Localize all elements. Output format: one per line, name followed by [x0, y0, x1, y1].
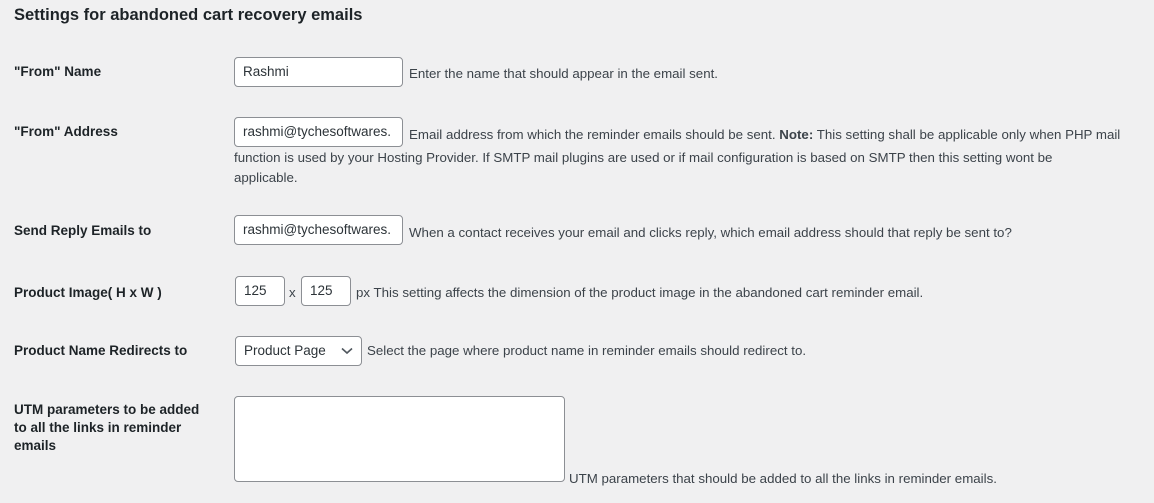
from-address-description-cont: function is used by your Hosting Provide… [234, 150, 1053, 165]
utm-label-cont: to all the links in reminder [14, 420, 182, 435]
chevron-down-icon [341, 347, 353, 355]
from-address-label: "From" Address [14, 124, 118, 139]
image-width-input[interactable]: 125 [301, 276, 351, 306]
product-image-label: Product Image( H x W ) [14, 285, 162, 300]
image-height-input[interactable]: 125 [235, 276, 285, 306]
desc-text: This setting affects the dimension of th… [373, 285, 924, 300]
utm-textarea[interactable] [234, 396, 565, 482]
from-address-description-end: applicable. [234, 170, 298, 185]
unit-label: px [356, 285, 371, 300]
from-name-label: "From" Name [14, 64, 102, 79]
from-address-input[interactable]: rashmi@tychesoftwares. [234, 117, 403, 147]
note-label: Note: [779, 127, 814, 142]
from-address-description: Email address from which the reminder em… [409, 125, 1120, 145]
redirect-select[interactable]: Product Page [235, 336, 362, 366]
reply-to-description: When a contact receives your email and c… [409, 225, 1012, 240]
product-image-description: px This setting affects the dimension of… [356, 283, 923, 303]
page-title: Settings for abandoned cart recovery ema… [14, 6, 363, 24]
redirect-label: Product Name Redirects to [14, 343, 188, 358]
selected-option: Product Page [244, 343, 326, 358]
reply-to-input[interactable]: rashmi@tychesoftwares. [234, 215, 403, 245]
desc-text: Email address from which the reminder em… [409, 127, 776, 142]
reply-to-label: Send Reply Emails to [14, 223, 152, 238]
dimension-separator: x [289, 285, 296, 300]
from-name-description: Enter the name that should appear in the… [409, 66, 718, 81]
utm-description: UTM parameters that should be added to a… [569, 471, 997, 486]
utm-label-end: emails [14, 438, 57, 453]
redirect-description: Select the page where product name in re… [367, 343, 807, 358]
utm-label: UTM parameters to be added [14, 402, 200, 417]
from-name-input[interactable]: Rashmi [234, 57, 403, 87]
desc-text: This setting shall be applicable only wh… [816, 127, 1121, 142]
